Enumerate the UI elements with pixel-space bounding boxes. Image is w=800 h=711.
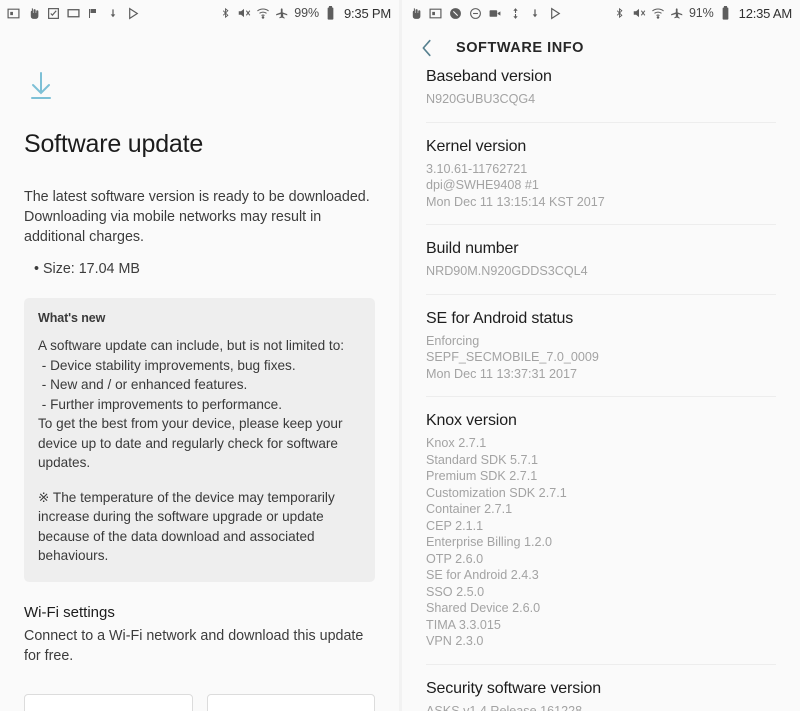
bluetooth-icon bbox=[218, 6, 232, 20]
do-not-disturb-icon bbox=[468, 6, 482, 20]
info-value: N920GUBU3CQG4 bbox=[426, 92, 536, 106]
wifi-icon bbox=[256, 6, 270, 20]
battery-percent-label: 99% bbox=[294, 6, 319, 20]
whats-new-body: A software update can include, but is no… bbox=[38, 338, 345, 470]
action-button-row: LATER DOWNLOAD bbox=[24, 694, 375, 711]
update-description: The latest software version is ready to … bbox=[24, 189, 370, 245]
status-bar-notification-icons bbox=[408, 6, 613, 20]
whats-new-heading: What's new bbox=[38, 311, 106, 325]
info-label: Build number bbox=[426, 240, 519, 257]
status-bar-left: 99% 9:35 PM bbox=[0, 0, 399, 26]
touch-hand-icon bbox=[26, 6, 40, 20]
battery-full-icon bbox=[324, 6, 338, 20]
info-label: Baseband version bbox=[426, 68, 552, 85]
info-value: Knox 2.7.1 Standard SDK 5.7.1 Premium SD… bbox=[426, 436, 567, 648]
bluetooth-icon bbox=[613, 6, 627, 20]
back-chevron-icon[interactable] bbox=[416, 37, 438, 59]
wifi-settings-section[interactable]: Wi-Fi settings Connect to a Wi-Fi networ… bbox=[24, 604, 375, 666]
download-arrow-icon bbox=[106, 6, 120, 20]
status-bar-system-icons: 91% 12:35 AM bbox=[613, 6, 792, 21]
mail-icon bbox=[428, 6, 442, 20]
later-button[interactable]: LATER bbox=[24, 694, 193, 711]
list-item[interactable]: Kernel version 3.10.61-11762721 dpi@SWHE… bbox=[426, 123, 776, 225]
touch-hand-icon bbox=[408, 6, 422, 20]
download-arrow-icon bbox=[528, 6, 542, 20]
checkbox-icon bbox=[46, 6, 60, 20]
info-value: NRD90M.N920GDDS3CQL4 bbox=[426, 264, 588, 278]
list-item[interactable]: Baseband version N920GUBU3CQG4 bbox=[426, 66, 776, 123]
video-icon bbox=[488, 6, 502, 20]
mail-icon bbox=[6, 6, 20, 20]
mute-icon bbox=[237, 6, 251, 20]
update-size-label: • Size: 17.04 MB bbox=[34, 261, 140, 277]
list-item[interactable]: Build number NRD90M.N920GDDS3CQL4 bbox=[426, 225, 776, 295]
status-bar-clock: 12:35 AM bbox=[738, 5, 793, 21]
play-triangle-icon bbox=[548, 6, 562, 20]
play-triangle-icon bbox=[126, 6, 140, 20]
airplane-mode-icon bbox=[275, 6, 289, 20]
info-value: Enforcing SEPF_SECMOBILE_7.0_0009 Mon De… bbox=[426, 333, 599, 381]
status-bar-clock: 9:35 PM bbox=[343, 5, 391, 21]
info-label: Kernel version bbox=[426, 137, 527, 155]
list-item[interactable]: Knox version Knox 2.7.1 Standard SDK 5.7… bbox=[426, 397, 776, 665]
flag-icon bbox=[86, 6, 100, 20]
sync-icon bbox=[508, 6, 522, 20]
download-button[interactable]: DOWNLOAD bbox=[206, 694, 375, 711]
list-item[interactable]: SE for Android status Enforcing SEPF_SEC… bbox=[426, 295, 776, 397]
dual-screenshot-container: 99% 9:35 PM Software update The latest s… bbox=[0, 0, 800, 711]
software-update-body: Software update The latest software vers… bbox=[0, 70, 399, 711]
info-value: ASKS v1.4 Release 161228 SMR Dec-2017 Re… bbox=[426, 703, 583, 711]
whats-new-card: What's new A software update can include… bbox=[24, 298, 375, 582]
info-label: Knox version bbox=[426, 412, 517, 429]
software-info-list: Baseband version N920GUBU3CQG4 Kernel ve… bbox=[402, 66, 800, 711]
monitor-icon bbox=[66, 6, 80, 20]
battery-full-icon bbox=[719, 6, 733, 20]
info-value: 3.10.61-11762721 dpi@SWHE9408 #1 Mon Dec… bbox=[426, 161, 605, 209]
info-label: SE for Android status bbox=[426, 309, 574, 327]
page-title: SOFTWARE INFO bbox=[456, 40, 584, 56]
wifi-icon bbox=[651, 6, 665, 20]
status-bar-notification-icons bbox=[6, 6, 218, 20]
wifi-settings-title: Wi-Fi settings bbox=[24, 603, 115, 621]
page-title: Software update bbox=[24, 130, 204, 158]
download-arrow-icon bbox=[24, 70, 58, 104]
list-item[interactable]: Security software version ASKS v1.4 Rele… bbox=[426, 665, 776, 711]
airplane-mode-icon bbox=[670, 6, 684, 20]
status-bar-system-icons: 99% 9:35 PM bbox=[218, 6, 391, 21]
status-bar-right: 91% 12:35 AM bbox=[402, 0, 800, 26]
software-update-screen: 99% 9:35 PM Software update The latest s… bbox=[0, 0, 399, 711]
software-info-screen: 91% 12:35 AM SOFTWARE INFO Baseband vers… bbox=[402, 0, 800, 711]
info-label: Security software version bbox=[426, 679, 601, 697]
whats-new-temperature-note: ※ The temperature of the device may temp… bbox=[38, 489, 339, 564]
wifi-settings-description: Connect to a Wi-Fi network and download … bbox=[24, 627, 364, 664]
battery-percent-label: 91% bbox=[688, 6, 714, 20]
software-info-header: SOFTWARE INFO bbox=[402, 26, 800, 70]
mute-icon bbox=[632, 6, 646, 20]
phone-missed-icon bbox=[448, 6, 462, 20]
